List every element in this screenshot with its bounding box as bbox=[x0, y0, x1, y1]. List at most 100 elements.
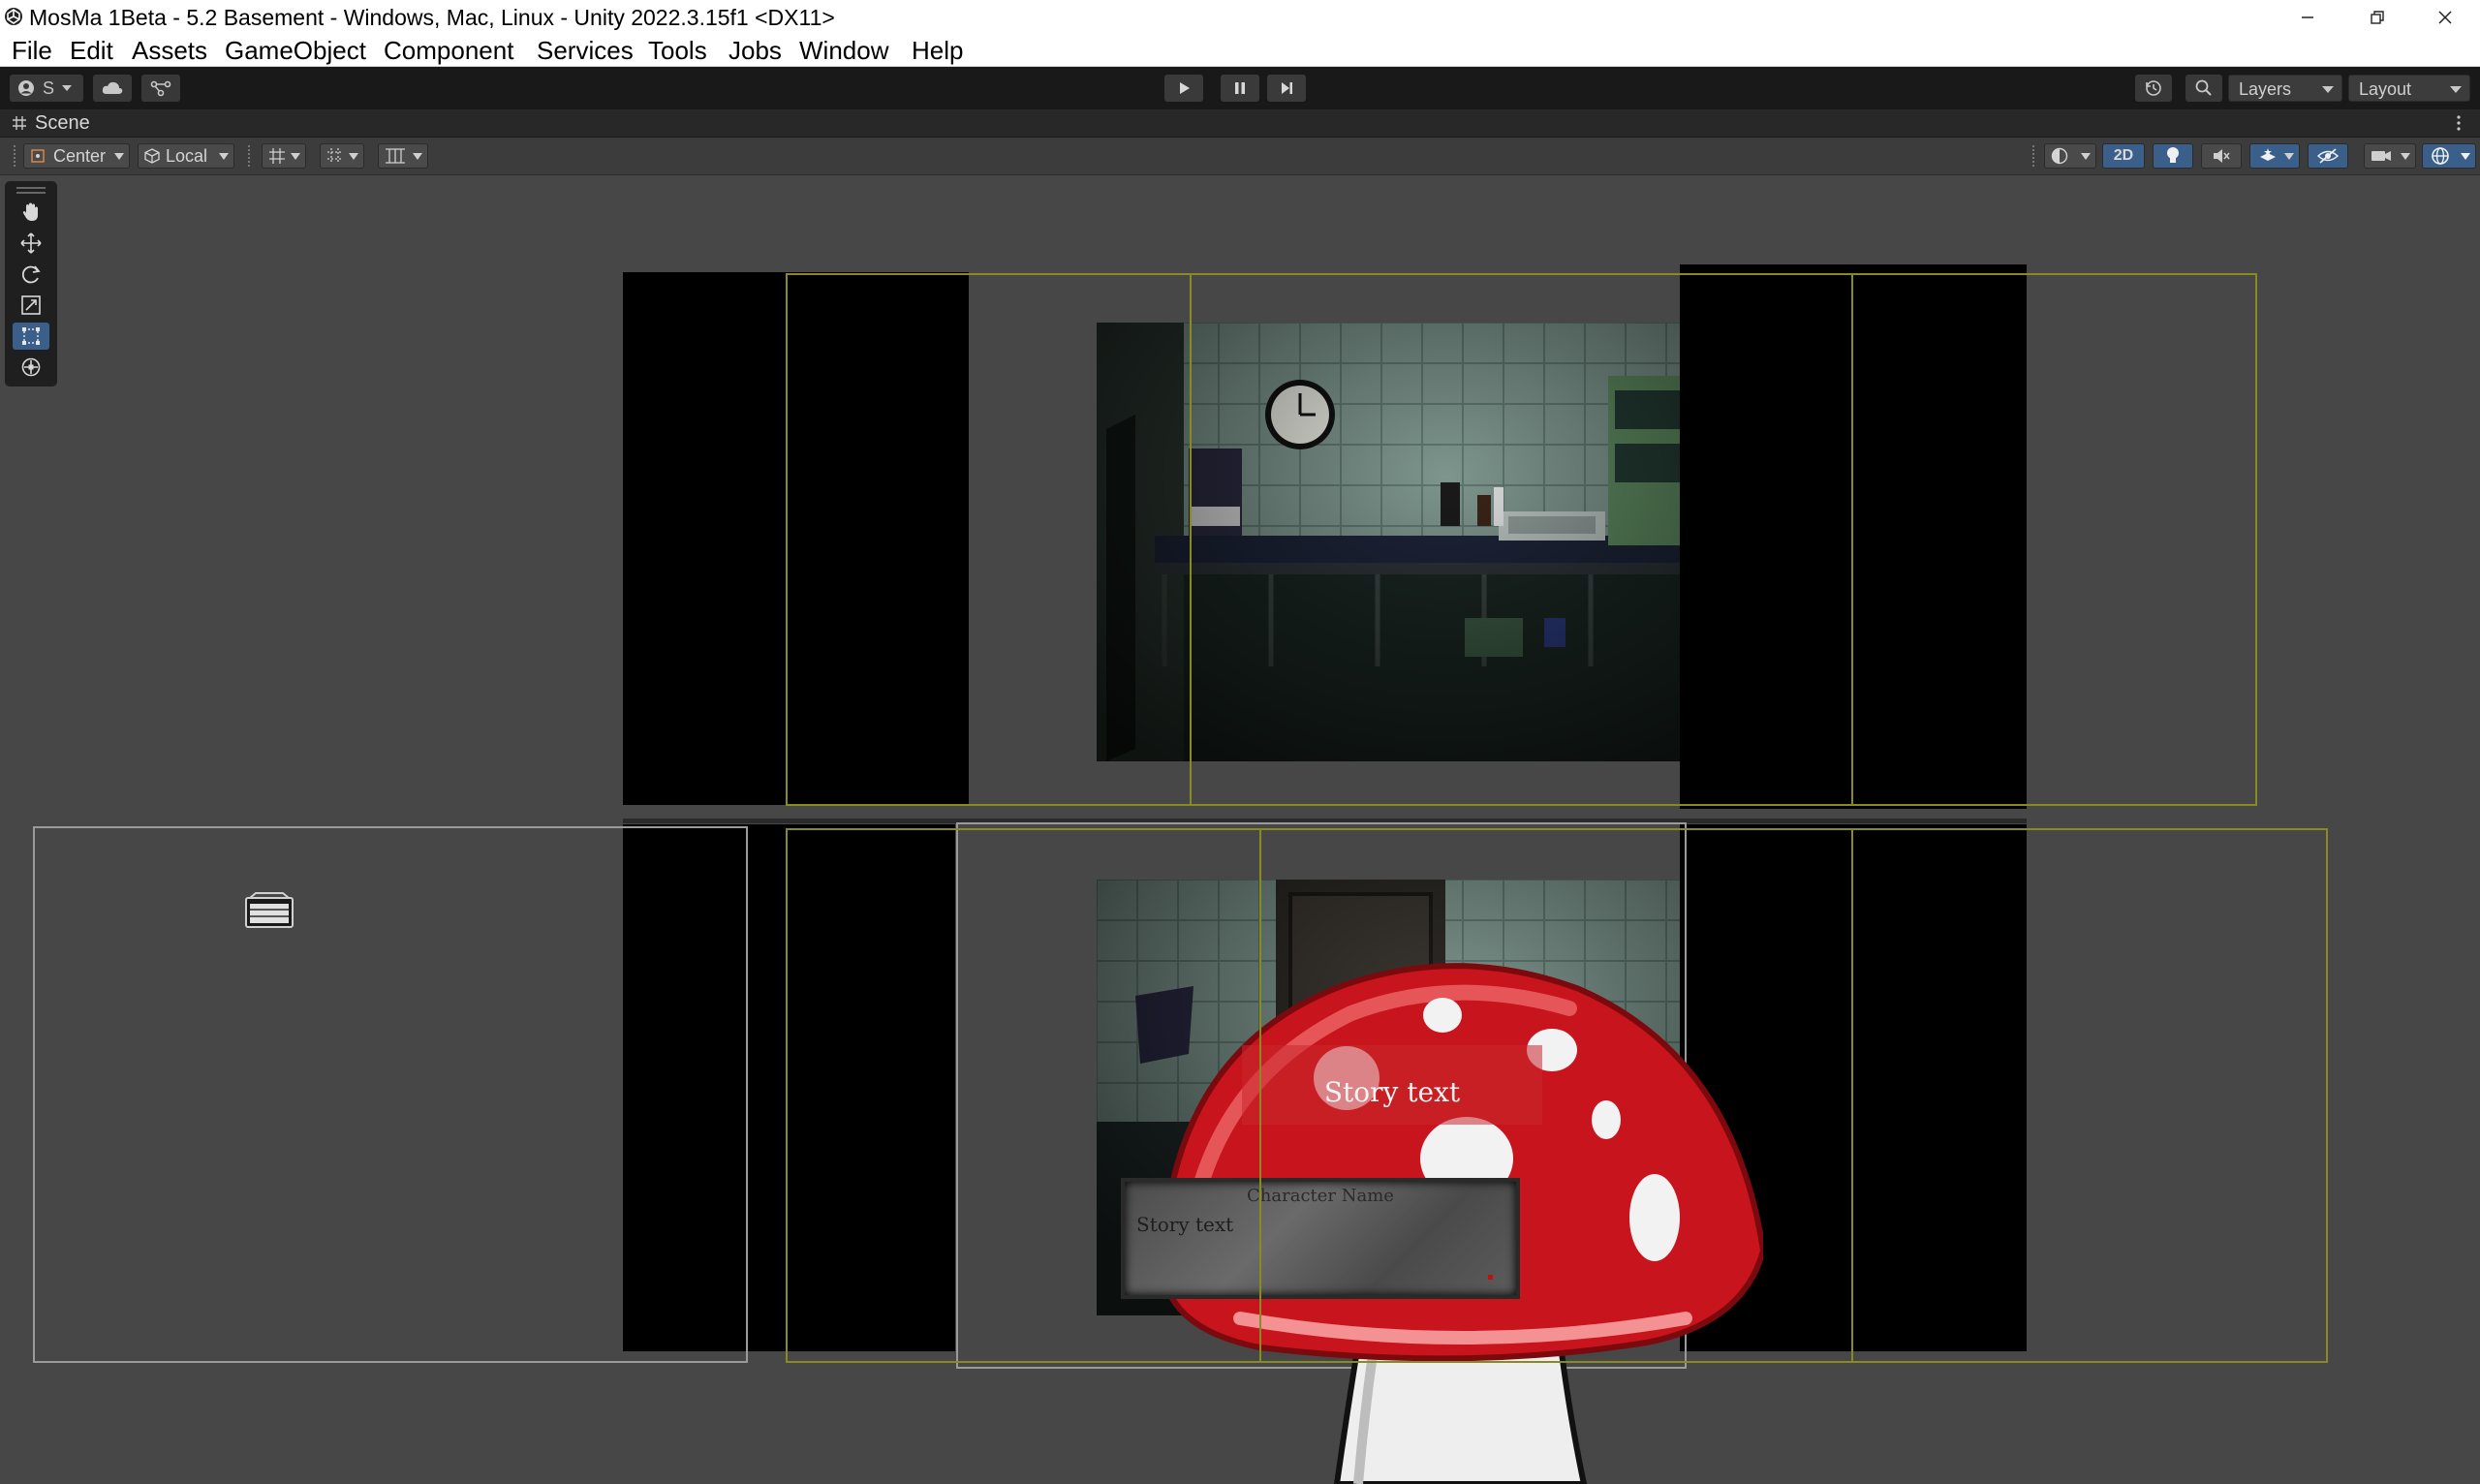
camera-icon[interactable] bbox=[244, 892, 294, 929]
scene-tab-header: Scene bbox=[0, 109, 2480, 138]
mode-2d-toggle[interactable]: 2D bbox=[2102, 143, 2145, 169]
align-dropdown[interactable] bbox=[378, 143, 428, 169]
chevron-down-icon bbox=[2081, 153, 2091, 160]
camera-guide-line bbox=[1259, 828, 1261, 1363]
hand-icon bbox=[22, 202, 38, 221]
scene-grid-icon bbox=[13, 116, 26, 130]
restore-button[interactable] bbox=[2342, 0, 2412, 35]
lightbulb-icon bbox=[2167, 147, 2179, 163]
chevron-down-icon bbox=[2450, 86, 2462, 93]
local-cube-icon bbox=[144, 148, 160, 164]
pause-button[interactable] bbox=[1221, 75, 1259, 102]
menu-tools[interactable]: Tools bbox=[648, 36, 707, 65]
rotate-tool-button[interactable] bbox=[13, 261, 49, 288]
chevron-down-icon bbox=[413, 153, 422, 160]
overlay-grip bbox=[16, 192, 46, 194]
increment-snap-toggle[interactable] bbox=[320, 143, 364, 169]
scene-viewport[interactable]: Story text Character Name Story text bbox=[0, 175, 2480, 1484]
rotate-icon bbox=[21, 265, 41, 284]
scene-tools-overlay bbox=[5, 181, 57, 386]
camera-guide-line bbox=[1190, 273, 1192, 806]
scale-icon bbox=[21, 295, 41, 315]
overlay-grip[interactable] bbox=[16, 187, 46, 189]
camera-dropdown[interactable] bbox=[2364, 143, 2416, 169]
account-dropdown[interactable]: S bbox=[10, 75, 83, 102]
menu-edit[interactable]: Edit bbox=[70, 36, 113, 65]
menu-component[interactable]: Component bbox=[384, 36, 513, 65]
history-button[interactable] bbox=[2135, 75, 2172, 102]
close-icon bbox=[2438, 11, 2452, 24]
layers-label: Layers bbox=[2239, 79, 2292, 99]
history-icon bbox=[2146, 80, 2161, 96]
chevron-down-icon bbox=[219, 153, 229, 160]
scale-tool-button[interactable] bbox=[13, 292, 49, 319]
pivot-center-icon bbox=[31, 149, 45, 163]
shading-mode-dropdown[interactable] bbox=[2044, 143, 2096, 169]
collab-button[interactable] bbox=[141, 75, 180, 102]
menu-file[interactable]: File bbox=[12, 36, 52, 65]
play-icon bbox=[1180, 82, 1190, 94]
menu-gameobject[interactable]: GameObject bbox=[225, 36, 366, 65]
drag-handle[interactable] bbox=[2032, 145, 2038, 167]
chevron-down-icon bbox=[349, 153, 358, 160]
menu-services[interactable]: Services bbox=[537, 36, 634, 65]
title-bar: MosMa 1Beta - 5.2 Basement - Windows, Ma… bbox=[0, 0, 2480, 35]
grid-snap-icon bbox=[269, 148, 285, 164]
main-toolbar: S Layers Layout bbox=[0, 67, 2480, 109]
move-tool-button[interactable] bbox=[13, 230, 49, 257]
transform-tool-button[interactable] bbox=[13, 354, 49, 381]
space-label: Local bbox=[166, 146, 208, 166]
grid-snap-toggle[interactable] bbox=[262, 143, 306, 169]
window-title: MosMa 1Beta - 5.2 Basement - Windows, Ma… bbox=[29, 5, 835, 30]
rect-tool-button[interactable] bbox=[13, 323, 49, 350]
chevron-down-icon bbox=[291, 153, 300, 160]
gizmos-globe-icon bbox=[2432, 147, 2449, 165]
search-icon bbox=[2195, 79, 2212, 96]
space-dropdown[interactable]: Local bbox=[138, 143, 234, 169]
effects-dropdown[interactable] bbox=[2249, 143, 2300, 169]
drag-handle[interactable] bbox=[14, 145, 19, 167]
chevron-down-icon bbox=[2461, 153, 2470, 160]
camera-guide-line bbox=[1851, 828, 1853, 1363]
layout-dropdown[interactable]: Layout bbox=[2348, 75, 2470, 102]
minimize-button[interactable] bbox=[2273, 0, 2342, 35]
account-icon bbox=[18, 80, 34, 96]
gizmos-dropdown[interactable] bbox=[2422, 143, 2476, 169]
pivot-label: Center bbox=[53, 146, 107, 166]
layers-dropdown[interactable]: Layers bbox=[2228, 75, 2342, 102]
hand-tool-button[interactable] bbox=[13, 199, 49, 226]
hidden-objects-toggle[interactable] bbox=[2308, 143, 2348, 169]
step-icon bbox=[1282, 82, 1292, 94]
layout-label: Layout bbox=[2359, 79, 2412, 99]
audio-toggle[interactable] bbox=[2201, 143, 2242, 169]
menu-jobs[interactable]: Jobs bbox=[728, 36, 782, 65]
cloud-icon bbox=[102, 81, 123, 94]
pivot-dropdown[interactable]: Center bbox=[23, 143, 130, 169]
menu-assets[interactable]: Assets bbox=[132, 36, 207, 65]
drag-handle[interactable] bbox=[248, 145, 254, 167]
menu-help[interactable]: Help bbox=[912, 36, 963, 65]
effects-icon bbox=[2260, 148, 2276, 161]
shading-sphere-icon bbox=[2051, 147, 2068, 165]
play-button[interactable] bbox=[1164, 75, 1203, 102]
chevron-down-icon bbox=[114, 153, 124, 160]
close-button[interactable] bbox=[2410, 0, 2480, 35]
version-control-icon bbox=[150, 80, 171, 97]
chevron-down-icon bbox=[2284, 153, 2294, 160]
step-button[interactable] bbox=[1267, 75, 1306, 102]
increment-snap-icon bbox=[327, 148, 343, 164]
chevron-down-icon bbox=[2401, 153, 2410, 160]
account-label: S bbox=[43, 77, 55, 98]
lighting-toggle[interactable] bbox=[2153, 143, 2193, 169]
search-button[interactable] bbox=[2186, 75, 2222, 102]
restore-icon bbox=[2371, 11, 2384, 24]
canvas-outline-left bbox=[33, 826, 748, 1363]
minimize-icon bbox=[2302, 16, 2313, 18]
menu-window[interactable]: Window bbox=[799, 36, 888, 65]
more-options-icon[interactable] bbox=[2451, 114, 2466, 132]
chevron-down-icon bbox=[2322, 86, 2334, 93]
menu-bar: File Edit Assets GameObject Component Se… bbox=[0, 35, 2480, 67]
chevron-down-icon bbox=[62, 85, 73, 91]
cloud-button[interactable] bbox=[93, 75, 132, 102]
tab-scene[interactable]: Scene bbox=[35, 112, 90, 135]
